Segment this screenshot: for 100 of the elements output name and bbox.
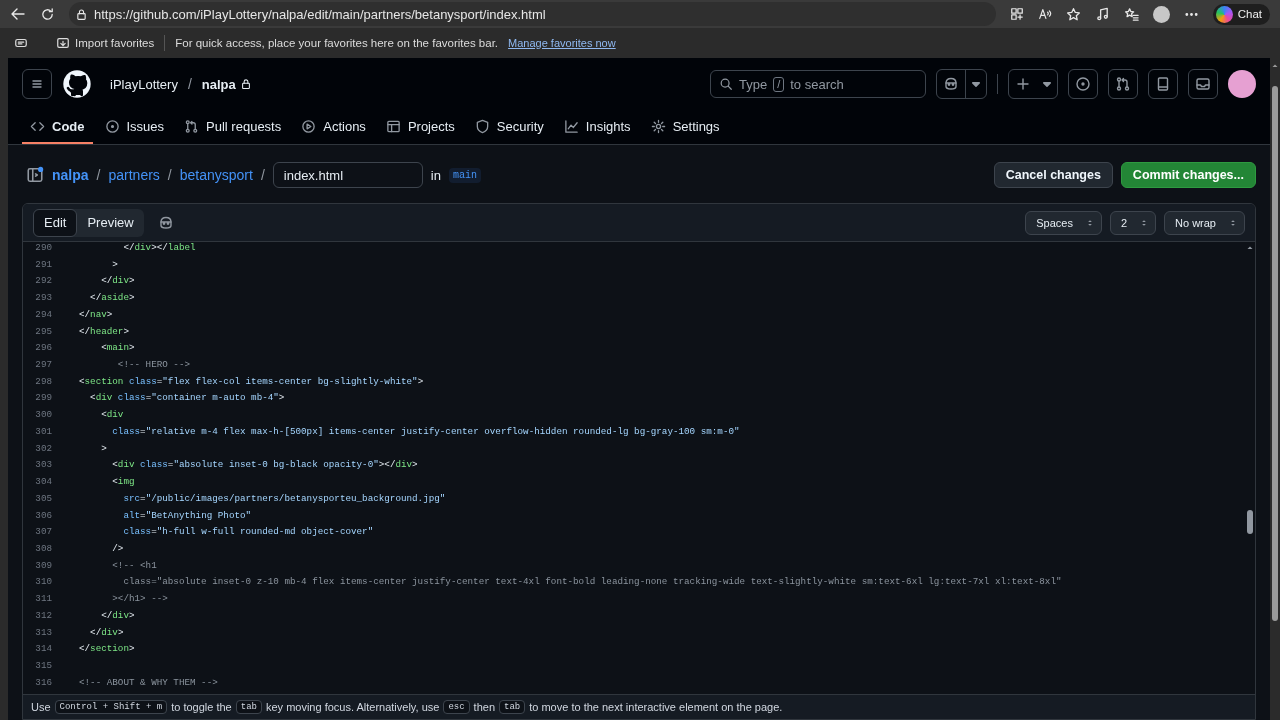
code-line: src="/public/images/partners/betanysporteu_background.jpg" <box>122 491 446 506</box>
line-number: 304 <box>34 475 52 490</box>
editor-tab[interactable]: Edit <box>33 208 78 237</box>
code-line: > <box>111 257 118 272</box>
repo-tab[interactable]: Pull requests <box>176 110 290 144</box>
create-new-button[interactable] <box>1008 69 1058 99</box>
table-icon <box>385 118 401 134</box>
chat-button[interactable]: Chat <box>1212 3 1270 25</box>
line-number: 294 <box>34 307 52 322</box>
favorites-icon[interactable] <box>1123 6 1139 22</box>
line-number: 293 <box>34 291 52 306</box>
address-bar[interactable]: https://github.com/iPlayLottery/nalpa/edit/main/partners/betanysport/index.html <box>69 2 996 26</box>
code-line: <img <box>111 475 135 490</box>
play-circle-icon <box>301 118 317 134</box>
line-number: 303 <box>34 458 52 473</box>
editor-select[interactable]: Spaces <box>1025 210 1102 235</box>
import-icon <box>56 36 70 50</box>
search-icon <box>719 77 733 91</box>
side-panel-icon[interactable] <box>26 166 44 184</box>
apps-icon[interactable] <box>1009 7 1024 21</box>
code-line: <div class="container m-auto mb-4"> <box>89 391 285 406</box>
scroll-up-icon[interactable] <box>1271 62 1279 70</box>
repo-tab[interactable]: Issues <box>96 110 173 144</box>
repo-tab[interactable]: Code <box>22 110 93 144</box>
gear-icon <box>650 118 666 134</box>
pull-request-icon <box>1115 76 1131 92</box>
copilot-menu-button[interactable] <box>936 69 987 99</box>
keyboard-hint: Use Control + Shift + m to toggle the tab key moving focus. Alternatively, use esc then tab to move to the next interactive element on the page. <box>23 694 1255 719</box>
line-number: 302 <box>34 441 52 456</box>
editor-tab[interactable]: Preview <box>77 208 144 237</box>
shield-icon <box>474 118 490 134</box>
read-aloud-icon[interactable] <box>1037 7 1052 21</box>
tablet-button[interactable] <box>1148 69 1178 99</box>
profile-avatar[interactable] <box>1152 5 1170 23</box>
code-line: > <box>100 441 107 456</box>
line-number: 295 <box>34 324 52 339</box>
import-favorites-button[interactable]: Import favorites <box>38 36 155 50</box>
pull-request-icon <box>184 118 200 134</box>
reload-icon[interactable] <box>40 6 55 22</box>
code-line: </div> <box>100 274 135 289</box>
scroll-up-icon[interactable] <box>1246 244 1254 252</box>
code-line: </div> <box>89 625 124 640</box>
line-number: 314 <box>34 642 52 657</box>
logo-icon[interactable] <box>62 69 92 99</box>
cancel-changes-button[interactable]: Cancel changes <box>993 162 1113 188</box>
code-line: alt="BetAnything Photo" <box>122 508 252 523</box>
code-line: </div></label <box>122 242 196 255</box>
filename-field[interactable]: index.html <box>272 162 423 188</box>
repository-link[interactable]: nalpa <box>201 76 236 92</box>
code-line: <div class="absolute inset-0 bg-black opacity-0"></div> <box>111 458 418 473</box>
line-number: 290 <box>34 242 52 255</box>
breadcrumb-link[interactable]: partners <box>108 167 160 183</box>
path-separator: / <box>260 167 265 183</box>
sidebar-icon[interactable] <box>14 36 28 50</box>
repo-tab[interactable]: Projects <box>377 110 463 144</box>
repo-tab[interactable]: Insights <box>555 110 639 144</box>
line-number: 309 <box>34 558 52 573</box>
tablet-icon <box>1155 76 1171 92</box>
code-line: </header> <box>79 324 129 339</box>
line-number: 299 <box>34 391 52 406</box>
code-line: </div> <box>100 608 135 623</box>
line-number: 291 <box>34 257 52 272</box>
path-separator: / <box>167 167 172 183</box>
commit-changes-button[interactable]: Commit changes... <box>1120 162 1256 188</box>
line-number: 297 <box>34 358 52 373</box>
owner-link[interactable]: iPlayLottery <box>110 76 178 92</box>
favorites-message: For quick access, place your favorites here on the favorites bar. <box>175 37 499 49</box>
editor-select[interactable]: 2 <box>1109 210 1157 235</box>
editor-scrollbar-thumb[interactable] <box>1247 510 1253 534</box>
user-avatar[interactable] <box>1228 70 1256 98</box>
back-icon[interactable] <box>10 6 26 22</box>
page-scrollbar-thumb[interactable] <box>1272 86 1278 621</box>
line-number: 305 <box>34 491 52 506</box>
breadcrumb-link[interactable]: nalpa <box>52 167 89 183</box>
line-number: 308 <box>34 541 52 556</box>
star-icon[interactable] <box>1065 6 1081 22</box>
breadcrumb-link[interactable]: betanysport <box>179 167 253 183</box>
menu-button[interactable] <box>22 69 52 99</box>
music-note-icon[interactable] <box>1094 6 1110 22</box>
repo-tab[interactable]: Actions <box>293 110 374 144</box>
line-number: 307 <box>34 525 52 540</box>
line-number: 315 <box>34 658 52 673</box>
pull-requests-button[interactable] <box>1108 69 1138 99</box>
code-line: ></h1> --> <box>111 592 168 607</box>
manage-favorites-link[interactable]: Manage favorites now <box>508 37 616 49</box>
line-number: 296 <box>34 341 52 356</box>
code-line: /> <box>111 541 124 556</box>
inbox-button[interactable] <box>1188 69 1218 99</box>
repo-tab[interactable]: Security <box>466 110 552 144</box>
branch-name: main <box>448 167 481 183</box>
issues-button[interactable] <box>1068 69 1098 99</box>
search-field[interactable]: Type / to search <box>710 70 926 98</box>
code-line: <section class="flex flex-col items-center bg-slightly-white"> <box>79 374 424 389</box>
copilot-icon <box>1215 5 1233 23</box>
lock-icon[interactable] <box>75 7 88 21</box>
editor-select[interactable]: No wrap <box>1164 210 1245 235</box>
robot-icon[interactable] <box>157 214 174 231</box>
code-line: </section> <box>79 642 135 657</box>
repo-tab[interactable]: Settings <box>642 110 728 144</box>
chart-icon <box>563 118 579 134</box>
